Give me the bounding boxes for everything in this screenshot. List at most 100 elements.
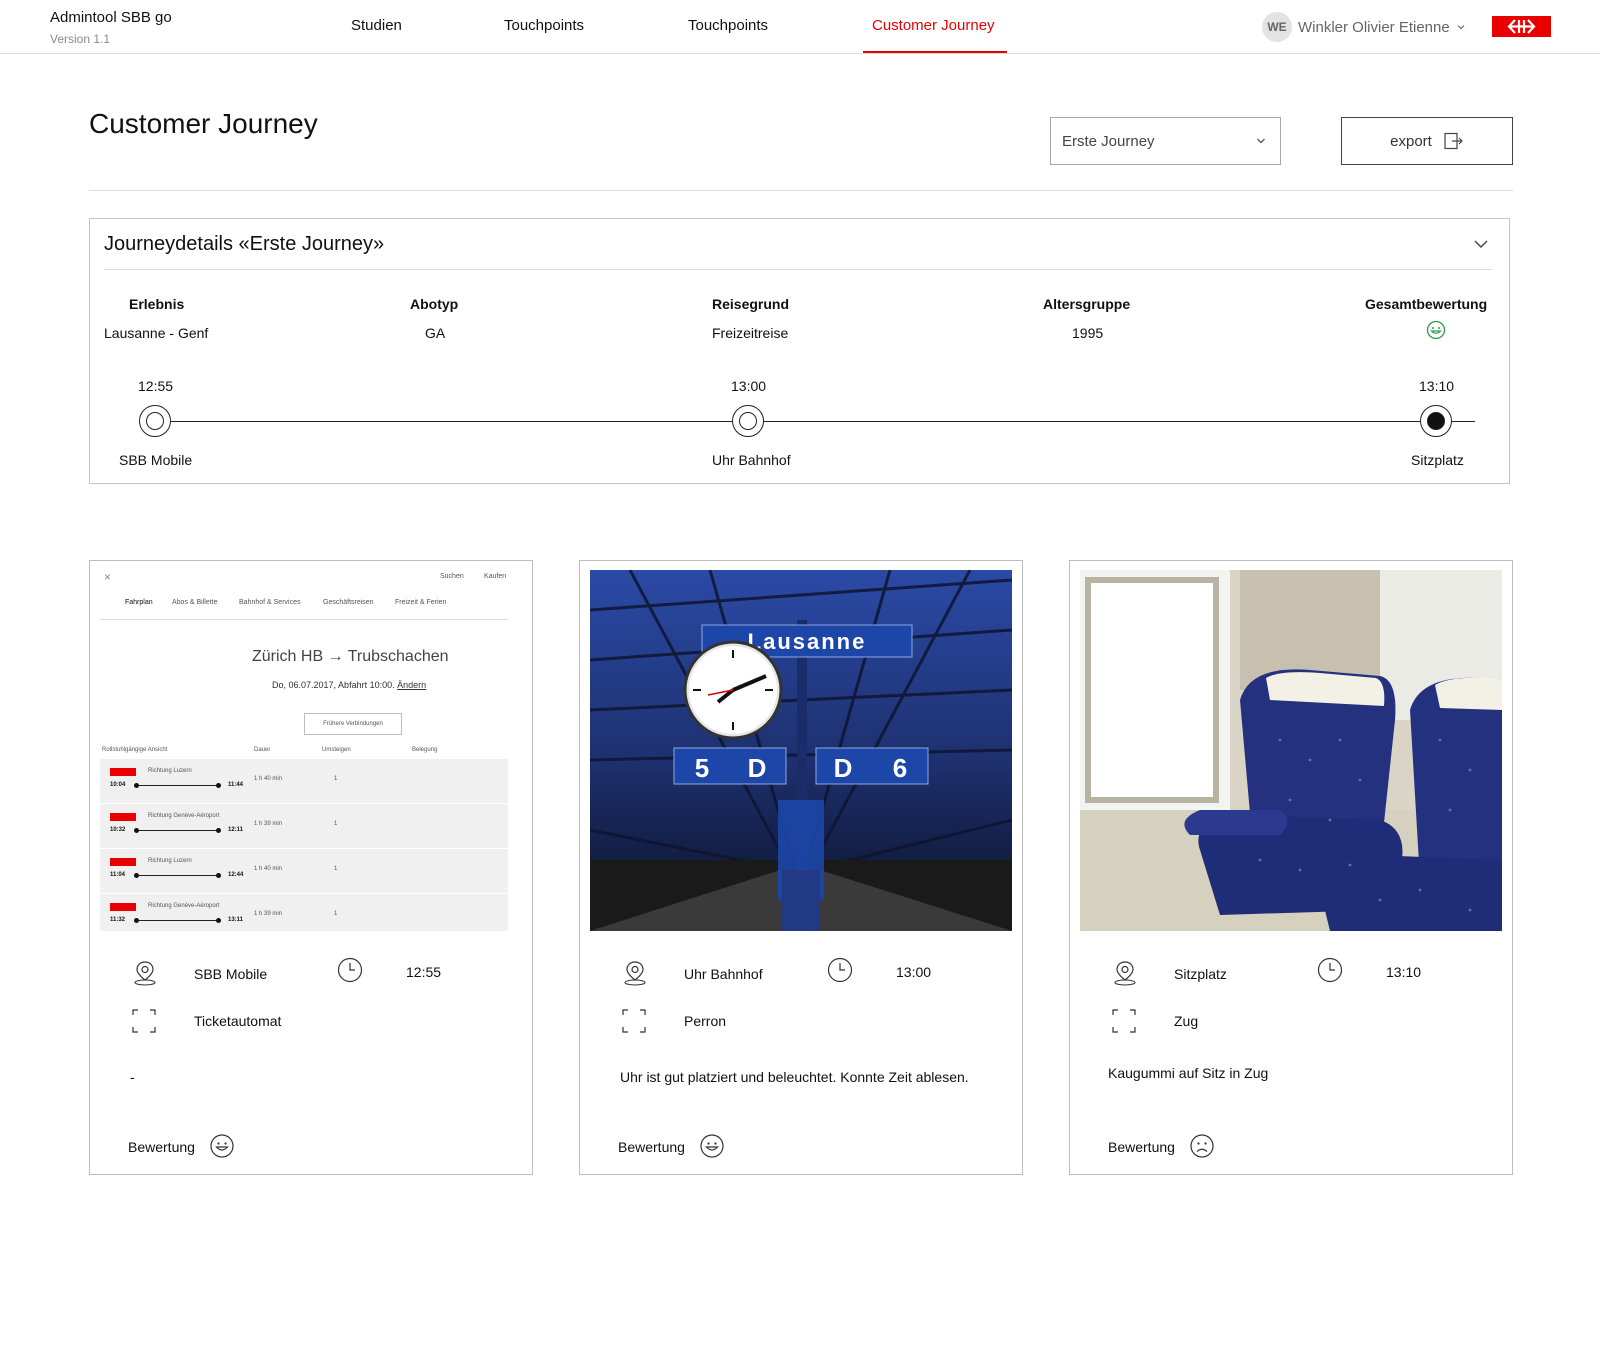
card-time: 13:10 bbox=[1386, 964, 1422, 980]
clock-icon bbox=[827, 957, 853, 983]
mock-tab: Geschäftsreisen bbox=[323, 599, 374, 606]
smiley-happy-icon bbox=[700, 1134, 724, 1158]
mock-tab: Abos & Billette bbox=[172, 599, 218, 606]
page-title: Customer Journey bbox=[89, 108, 318, 139]
location-pin-icon bbox=[134, 961, 156, 986]
reisegrund-label: Reisegrund bbox=[712, 296, 790, 312]
chevron-down-icon bbox=[1457, 25, 1465, 30]
card-category: Zug bbox=[1174, 1013, 1199, 1029]
altersgruppe-value: 1995 bbox=[1072, 325, 1104, 341]
timeline-node[interactable] bbox=[139, 405, 171, 437]
card-category: Perron bbox=[684, 1013, 727, 1029]
details-divider bbox=[104, 269, 1492, 270]
mock-connection-row bbox=[100, 849, 508, 893]
nav-customer-journey[interactable]: Customer Journey bbox=[872, 17, 995, 34]
card-location: Sitzplatz bbox=[1174, 966, 1227, 982]
touchpoint-card[interactable]: Lausanne 5 D D 6 Uhr Bahnhof 13:00 Perro… bbox=[579, 560, 1023, 1175]
card-time: 13:00 bbox=[896, 964, 932, 980]
close-icon: × bbox=[104, 570, 112, 584]
svg-text:D: D bbox=[748, 753, 767, 783]
mock-connection-row bbox=[100, 759, 508, 803]
abotyp-value: GA bbox=[425, 325, 446, 341]
svg-text:5: 5 bbox=[695, 753, 709, 783]
avatar: WE bbox=[1262, 12, 1292, 42]
timeline-label: SBB Mobile bbox=[119, 452, 193, 468]
erlebnis-value: Lausanne - Genf bbox=[104, 325, 209, 341]
abotyp-label: Abotyp bbox=[410, 296, 459, 312]
station-clock-photo: Lausanne 5 D D 6 bbox=[590, 570, 1012, 931]
mock-search: Suchen bbox=[440, 573, 464, 580]
card-time: 12:55 bbox=[406, 964, 442, 980]
export-button[interactable]: export bbox=[1341, 117, 1513, 165]
altersgruppe-label: Altersgruppe bbox=[1043, 296, 1131, 312]
svg-text:6: 6 bbox=[893, 753, 907, 783]
app-name: Admintool SBB go bbox=[50, 9, 172, 26]
timeline-time: 12:55 bbox=[138, 378, 174, 394]
station-sign-text: Lausanne bbox=[748, 629, 867, 654]
mock-connection-row bbox=[100, 894, 508, 931]
svg-text:D: D bbox=[834, 753, 853, 783]
clock-icon bbox=[1317, 957, 1343, 983]
nav-studien[interactable]: Studien bbox=[351, 17, 402, 34]
active-nav-indicator bbox=[863, 51, 1007, 53]
timeline-label: Uhr Bahnhof bbox=[712, 452, 791, 468]
timeline-node[interactable] bbox=[732, 405, 764, 437]
location-pin-icon bbox=[624, 961, 646, 986]
mock-date: Do, 06.07.2017, Abfahrt 10:00. Ändern bbox=[272, 680, 427, 690]
sbb-logo[interactable] bbox=[1492, 16, 1551, 37]
mock-tab: Freizeit & Ferien bbox=[395, 599, 447, 606]
mock-tab: Bahnhof & Services bbox=[239, 599, 301, 606]
card-comment: - bbox=[130, 1069, 135, 1085]
rating-label: Bewertung bbox=[1108, 1139, 1175, 1155]
timeline-node-active[interactable] bbox=[1420, 405, 1452, 437]
chevron-down-icon[interactable] bbox=[1473, 239, 1489, 249]
export-label: export bbox=[1390, 132, 1432, 150]
app-version: Version 1.1 bbox=[50, 32, 111, 46]
journey-details-title: Journeydetails «Erste Journey» bbox=[104, 233, 385, 255]
user-menu[interactable]: WE Winkler Olivier Etienne bbox=[1262, 12, 1466, 42]
rating-label: Bewertung bbox=[128, 1139, 195, 1155]
erlebnis-label: Erlebnis bbox=[129, 296, 185, 312]
smiley-happy-icon bbox=[1426, 320, 1446, 340]
title-divider bbox=[89, 190, 1513, 191]
smiley-sad-icon bbox=[1190, 1134, 1214, 1158]
touchpoint-card[interactable]: Sitzplatz 13:10 Zug Kaugummi auf Sitz in… bbox=[1069, 560, 1513, 1175]
timeline-line bbox=[155, 421, 1475, 422]
export-icon bbox=[1444, 132, 1463, 150]
location-pin-icon bbox=[1114, 961, 1136, 986]
card-location: SBB Mobile bbox=[194, 966, 268, 982]
top-navigation-bar: Admintool SBB go Version 1.1 Studien Tou… bbox=[0, 0, 1600, 54]
gesamtbewertung-label: Gesamtbewertung bbox=[1365, 296, 1488, 312]
timeline-label: Sitzplatz bbox=[1411, 452, 1464, 468]
touchpoint-card[interactable]: × Suchen Kaufen Fahrplan Abos & Billette… bbox=[89, 560, 533, 1175]
card-category: Ticketautomat bbox=[194, 1013, 282, 1029]
reisegrund-value: Freizeitreise bbox=[712, 325, 789, 341]
nav-touchpoints-1[interactable]: Touchpoints bbox=[504, 17, 584, 34]
journey-details-panel: Journeydetails «Erste Journey» Erlebnis … bbox=[89, 218, 1510, 484]
chevron-down-icon bbox=[1257, 138, 1265, 144]
mock-route: Zürich HB → Trubschachen bbox=[252, 648, 449, 665]
smiley-happy-icon bbox=[210, 1134, 234, 1158]
timeline-time: 13:00 bbox=[731, 378, 767, 394]
mock-tab: Fahrplan bbox=[125, 599, 153, 606]
app-screenshot-image: × Suchen Kaufen Fahrplan Abos & Billette… bbox=[100, 570, 522, 931]
mock-buy: Kaufen bbox=[484, 573, 507, 580]
mock-earlier-button: Frühere Verbindungen bbox=[304, 713, 402, 735]
nav-touchpoints-2[interactable]: Touchpoints bbox=[688, 17, 768, 34]
journey-select-value: Erste Journey bbox=[1062, 133, 1155, 150]
journey-select[interactable]: Erste Journey bbox=[1050, 117, 1281, 165]
scan-frame-icon bbox=[622, 1009, 646, 1033]
card-comment: Kaugummi auf Sitz in Zug bbox=[1108, 1065, 1269, 1081]
card-comment: Uhr ist gut platziert und beleuchtet. Ko… bbox=[620, 1069, 969, 1085]
rating-label: Bewertung bbox=[618, 1139, 685, 1155]
brand[interactable]: Admintool SBB go Version 1.1 bbox=[50, 9, 172, 46]
scan-frame-icon bbox=[1112, 1009, 1136, 1033]
scan-frame-icon bbox=[132, 1009, 156, 1033]
card-location: Uhr Bahnhof bbox=[684, 966, 763, 982]
timeline-time: 13:10 bbox=[1419, 378, 1455, 394]
clock-icon bbox=[337, 957, 363, 983]
user-name: Winkler Olivier Etienne bbox=[1298, 18, 1450, 36]
sbb-arrows-icon bbox=[1507, 19, 1536, 34]
mock-connection-row bbox=[100, 804, 508, 848]
train-seat-photo bbox=[1080, 570, 1502, 931]
